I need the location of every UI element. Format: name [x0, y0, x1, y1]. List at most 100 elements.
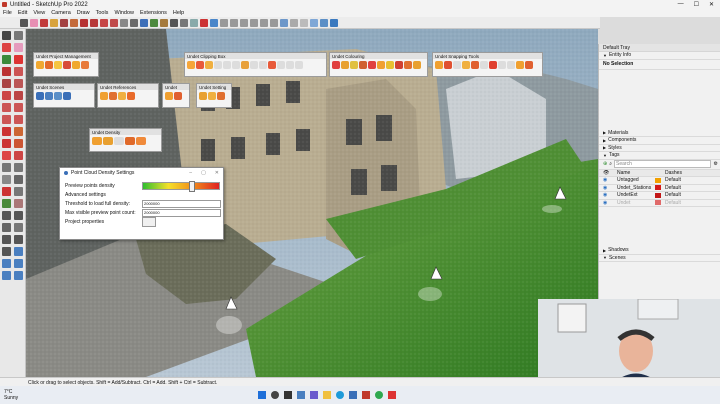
- tag-row[interactable]: ◉ Untagged Default: [599, 177, 720, 185]
- monochrome-icon[interactable]: [330, 18, 338, 27]
- orbit-icon[interactable]: [2, 199, 11, 208]
- view-back-icon[interactable]: [260, 18, 268, 27]
- preview-density-slider[interactable]: [142, 181, 220, 192]
- snap-icon-10[interactable]: [516, 61, 524, 69]
- color-rgb-icon[interactable]: [332, 61, 340, 69]
- undet-icon-1[interactable]: [2, 259, 11, 268]
- zoom-extents2-icon[interactable]: [2, 223, 11, 232]
- move-tool-icon[interactable]: [80, 18, 88, 27]
- rotate-tool-icon[interactable]: [90, 18, 98, 27]
- scene-play-icon[interactable]: [45, 92, 53, 100]
- tape-icon[interactable]: [2, 163, 11, 172]
- position-camera-icon[interactable]: [2, 235, 11, 244]
- open-project-icon[interactable]: [36, 61, 44, 69]
- color-reset-icon[interactable]: [413, 61, 421, 69]
- scene-prev-icon[interactable]: [54, 92, 62, 100]
- followme-icon[interactable]: [14, 139, 23, 148]
- snap-icon-7[interactable]: [489, 61, 497, 69]
- sketchup-icon[interactable]: [362, 391, 371, 399]
- scale-icon[interactable]: [2, 151, 11, 160]
- ref-list-icon[interactable]: [109, 92, 117, 100]
- clip-box-icon-6[interactable]: [232, 61, 240, 69]
- menu-camera[interactable]: Camera: [51, 10, 71, 16]
- arc-tool-icon[interactable]: [50, 18, 58, 27]
- clip-box-icon-8[interactable]: [250, 61, 258, 69]
- polygon-icon[interactable]: [14, 91, 23, 100]
- clip-box-icon-7[interactable]: [241, 61, 249, 69]
- menu-help[interactable]: Help: [173, 10, 184, 16]
- section-icon[interactable]: [14, 55, 23, 64]
- zoom-icon[interactable]: [2, 211, 11, 220]
- tape-tool-icon[interactable]: [120, 18, 128, 27]
- scale-tool-icon[interactable]: [100, 18, 108, 27]
- paint-tool-icon[interactable]: [140, 18, 148, 27]
- color-intensity-icon[interactable]: [341, 61, 349, 69]
- walk-icon[interactable]: [14, 235, 23, 244]
- color-single-icon[interactable]: [368, 61, 376, 69]
- tag-row[interactable]: ◉ Undet_Stations Default: [599, 185, 720, 192]
- ref-align-icon[interactable]: [118, 92, 126, 100]
- app-icon-red[interactable]: [388, 391, 397, 399]
- minimize-button[interactable]: —: [678, 1, 684, 8]
- select-icon[interactable]: [2, 31, 11, 40]
- pie-icon[interactable]: [14, 115, 23, 124]
- layout-icon[interactable]: [210, 18, 218, 27]
- widgets-icon[interactable]: [297, 391, 306, 399]
- arc2-icon[interactable]: [14, 103, 23, 112]
- ref-sphere-icon[interactable]: [127, 92, 135, 100]
- threshold-field[interactable]: 2000000: [142, 200, 221, 208]
- section-plane-icon[interactable]: [14, 247, 23, 256]
- shape-tool-icon[interactable]: [60, 18, 68, 27]
- previous-icon[interactable]: [14, 223, 23, 232]
- clip-box-icon-3[interactable]: [205, 61, 213, 69]
- offset-tool-icon[interactable]: [110, 18, 118, 27]
- task-view-icon[interactable]: [284, 391, 293, 399]
- view-top-icon[interactable]: [230, 18, 238, 27]
- tag-icon[interactable]: [2, 55, 11, 64]
- chrome-icon[interactable]: [375, 391, 384, 399]
- tag-row[interactable]: ◉ Undet Default: [599, 200, 720, 207]
- tag-details-icon[interactable]: ⚙: [714, 161, 718, 167]
- about-icon[interactable]: [217, 92, 225, 100]
- color-settings-icon[interactable]: [404, 61, 412, 69]
- line-tool-icon[interactable]: [40, 18, 48, 27]
- scenes-section[interactable]: ▼ Scenes: [599, 255, 720, 262]
- select-tool-icon[interactable]: [20, 18, 28, 27]
- text-tool-icon[interactable]: [130, 18, 138, 27]
- shaded-icon[interactable]: [310, 18, 318, 27]
- density-high-icon[interactable]: [114, 137, 124, 145]
- eraser-tool-icon[interactable]: [30, 18, 38, 27]
- clip-box-icon-13[interactable]: [295, 61, 303, 69]
- scene-add-icon[interactable]: [36, 92, 44, 100]
- 3d-text-icon[interactable]: [14, 187, 23, 196]
- xray-icon[interactable]: [280, 18, 288, 27]
- snap-icon-5[interactable]: [471, 61, 479, 69]
- offset-icon[interactable]: [14, 151, 23, 160]
- freehand-icon[interactable]: [14, 67, 23, 76]
- menu-draw[interactable]: Draw: [77, 10, 90, 16]
- text-icon[interactable]: [14, 175, 23, 184]
- hidden-line-icon[interactable]: [300, 18, 308, 27]
- undet-tool2-icon[interactable]: [174, 92, 182, 100]
- shadows-section[interactable]: ▶ Shadows: [599, 247, 720, 255]
- color-normals-icon[interactable]: [386, 61, 394, 69]
- store-icon[interactable]: [349, 391, 358, 399]
- eye-icon[interactable]: ◉: [603, 192, 617, 198]
- eye-icon[interactable]: ◉: [603, 200, 617, 206]
- zoom-tool-icon[interactable]: [170, 18, 178, 27]
- components-section[interactable]: ▶ Components: [599, 137, 720, 145]
- project-properties-button[interactable]: [142, 217, 156, 227]
- snap-icon-1[interactable]: [435, 61, 443, 69]
- paint-bucket-icon[interactable]: [2, 43, 11, 52]
- pan-icon[interactable]: [14, 199, 23, 208]
- start-icon[interactable]: [258, 391, 267, 399]
- undet-icon-2[interactable]: [14, 259, 23, 268]
- add-tag-icon[interactable]: ⊕: [603, 161, 607, 167]
- rotate-icon[interactable]: [2, 139, 11, 148]
- view-front-icon[interactable]: [240, 18, 248, 27]
- dialog-maximize-icon[interactable]: ▢: [201, 170, 206, 176]
- snap-icon-8[interactable]: [498, 61, 506, 69]
- dialog-minimize-icon[interactable]: –: [189, 170, 192, 176]
- snap-icon-9[interactable]: [507, 61, 515, 69]
- pushpull-tool-icon[interactable]: [70, 18, 78, 27]
